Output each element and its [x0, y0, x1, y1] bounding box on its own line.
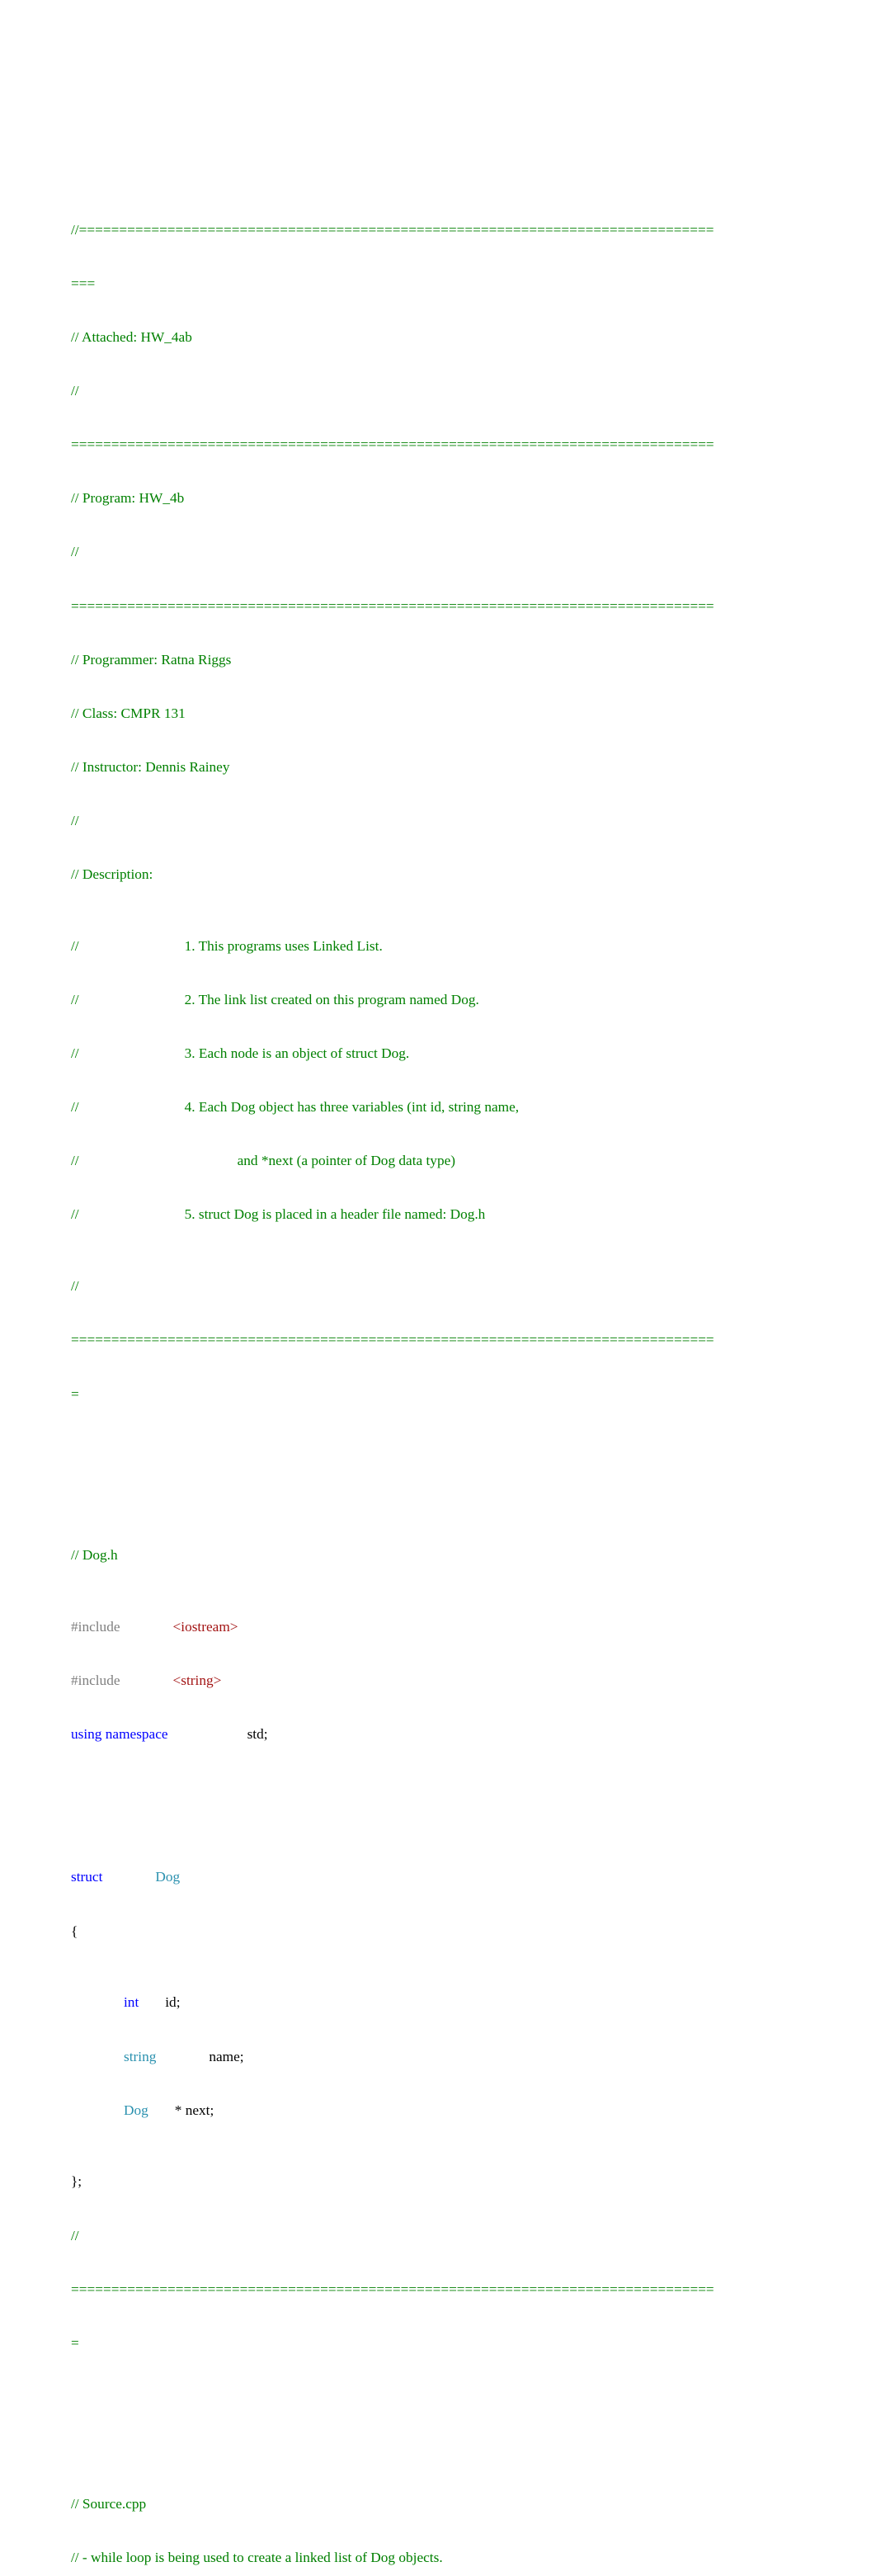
rule-top-overflow: ===: [71, 275, 96, 291]
struct-declaration: struct Dog: [71, 1868, 805, 1886]
struct-member-next: Dog * next;: [71, 2102, 805, 2120]
comment-blank-5: //: [71, 2227, 79, 2243]
dog-h-using-namespace: using namespace std;: [71, 1725, 805, 1743]
comment-blank-4: //: [71, 1278, 79, 1295]
rule-3: ========================================…: [71, 1332, 714, 1348]
description-text-5: and *next (a pointer of Dog data type): [237, 1153, 456, 1169]
keyword-struct: struct: [71, 1869, 103, 1885]
description-item-4: // 4. Each Dog object has three variables…: [71, 1098, 805, 1116]
member-type-dog: Dog: [124, 2102, 148, 2118]
struct-name: Dog: [155, 1869, 181, 1885]
description-text-6: 5. struct Dog is placed in a header file…: [184, 1206, 486, 1223]
member-type-int: int: [124, 1994, 139, 2011]
comment-instructor: // Instructor: Dennis Rainey: [71, 758, 230, 775]
comment-blank-2: //: [71, 544, 79, 560]
source-note-1: // - while loop is being used to create …: [71, 2550, 443, 2566]
member-name-id: id;: [165, 1994, 181, 2011]
member-name-name: name;: [209, 2048, 244, 2064]
include-target: <iostream>: [172, 1618, 238, 1635]
description-text-4: 4. Each Dog object has three variables (…: [184, 1099, 520, 1116]
code-listing: //======================================…: [71, 149, 805, 2576]
comment-source-cpp-file: // Source.cpp: [71, 2496, 147, 2512]
description-marker-4: //: [71, 1099, 79, 1116]
comment-class: // Class: CMPR 131: [71, 705, 186, 721]
comment-blank-1: //: [71, 383, 79, 399]
description-item-1: // 1. This programs uses Linked List.: [71, 937, 805, 955]
description-marker-5: //: [71, 1153, 79, 1169]
rule-2: ========================================…: [71, 597, 714, 614]
description-item-2: // 2. The link list created on this progr…: [71, 991, 805, 1009]
struct-open-brace: {: [71, 1923, 78, 1939]
description-item-5: // and *next (a pointer of Dog data type): [71, 1152, 805, 1170]
rule-4-overflow: =: [71, 2334, 79, 2351]
description-item-6: // 5. struct Dog is placed in a header fi…: [71, 1205, 805, 1224]
description-marker-2: //: [71, 992, 79, 1008]
comment-description-label: // Description:: [71, 866, 153, 883]
comment-dog-h-file: // Dog.h: [71, 1546, 118, 1563]
namespace-name: std;: [247, 1725, 268, 1742]
struct-member-name: string name;: [71, 2048, 805, 2066]
description-text-1: 1. This programs uses Linked List.: [184, 937, 383, 954]
description-text-3: 3. Each node is an object of struct Dog.: [184, 1045, 410, 1062]
struct-close-brace: };: [71, 2173, 82, 2190]
description-item-3: // 3. Each node is an object of struct Do…: [71, 1045, 805, 1063]
comment-blank-3: //: [71, 813, 79, 829]
rule-top: //======================================…: [71, 221, 714, 238]
dog-h-include-iostream: #include <iostream>: [71, 1618, 805, 1636]
description-marker-6: //: [71, 1206, 79, 1223]
comment-programmer: // Programmer: Ratna Riggs: [71, 651, 232, 668]
description-marker-3: //: [71, 1045, 79, 1062]
include-target: <string>: [172, 1672, 222, 1688]
preprocessor-directive: #include: [71, 1618, 120, 1635]
rule-1: ========================================…: [71, 436, 714, 453]
document-page: //======================================…: [0, 0, 876, 2565]
member-type-string: string: [124, 2048, 157, 2064]
preprocessor-directive: #include: [71, 1672, 120, 1688]
comment-program: // Program: HW_4b: [71, 490, 185, 507]
member-name-next: * next;: [174, 2102, 214, 2118]
rule-3-overflow: =: [71, 1385, 79, 1402]
description-marker-1: //: [71, 937, 79, 954]
rule-4: ========================================…: [71, 2281, 714, 2297]
struct-member-id: int id;: [71, 1993, 805, 2012]
comment-attached: // Attached: HW_4ab: [71, 329, 192, 346]
description-text-2: 2. The link list created on this program…: [184, 992, 479, 1008]
dog-h-include-string: #include <string>: [71, 1672, 805, 1690]
keyword-using-namespace: using namespace: [71, 1725, 168, 1742]
